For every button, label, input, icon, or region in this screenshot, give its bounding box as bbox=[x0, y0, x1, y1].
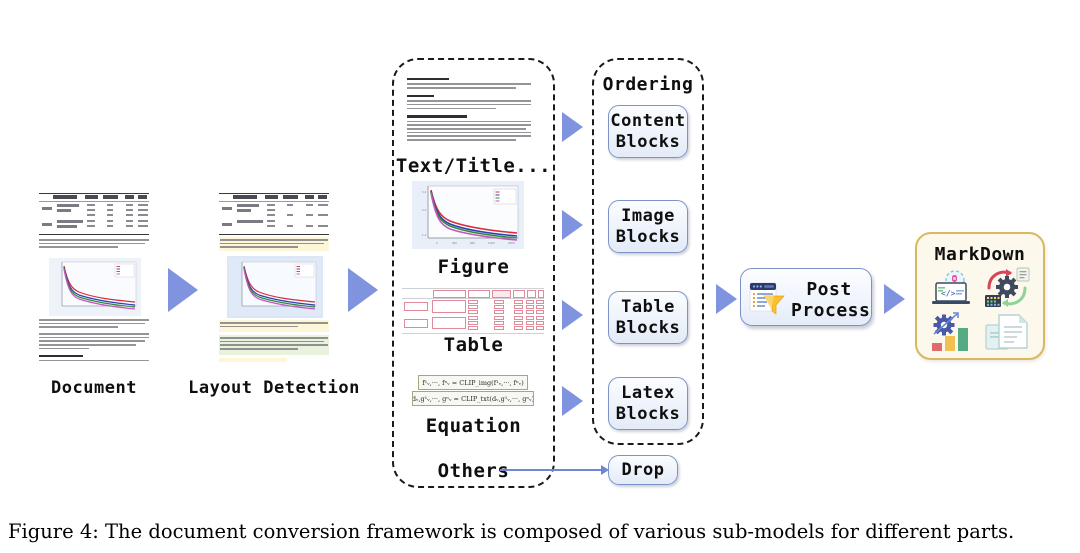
block-image-blocks-line2: Blocks bbox=[615, 226, 681, 247]
category-thumbnail-equation-line2: dᵥ,g¹ᵥ,···, gⁿᵥ = CLIP_txt(dᵥ,g¹ᵥ,···, g… bbox=[412, 391, 534, 406]
layout-figure-chart bbox=[229, 258, 321, 316]
layout-table-region bbox=[219, 193, 329, 236]
document-thumbnail bbox=[33, 190, 155, 362]
equation-line-2: dᵥ,g¹ᵥ,···, gⁿᵥ = CLIP_txt(dᵥ,g¹ᵥ,···, g… bbox=[412, 394, 534, 403]
ordering-title: Ordering bbox=[602, 74, 694, 95]
layout-figure-highlight bbox=[227, 256, 323, 318]
drop-node[interactable]: Drop bbox=[608, 455, 678, 485]
arrow-ordering-to-post-process bbox=[716, 284, 737, 314]
category-thumbnail-equation-line1: f¹ᵥ,···, fⁿᵥ = CLIP_img(f¹ᵥ,···, fⁿᵥ) bbox=[418, 375, 528, 390]
category-label-table: Table bbox=[443, 334, 504, 356]
stage-label-layout-detection: Layout Detection bbox=[188, 378, 360, 398]
block-content-blocks-line1: Content bbox=[610, 111, 686, 132]
svg-text:1400: 1400 bbox=[488, 241, 495, 245]
document-figure-chart bbox=[49, 258, 141, 316]
post-process-node[interactable]: Post Process bbox=[740, 268, 872, 326]
arrow-equation-to-latex-blocks bbox=[562, 386, 583, 416]
block-image-blocks[interactable]: Image Blocks bbox=[608, 200, 688, 253]
block-image-blocks-line1: Image bbox=[621, 206, 675, 227]
block-content-blocks[interactable]: Content Blocks bbox=[608, 105, 688, 158]
svg-text:400: 400 bbox=[452, 241, 457, 245]
figure-caption: Figure 4: The document conversion framew… bbox=[8, 520, 1015, 543]
figure-canvas: Document Layout Detection Text/Title... … bbox=[0, 0, 1080, 553]
layout-paragraph-highlight-1 bbox=[219, 335, 329, 355]
markdown-title: MarkDown bbox=[934, 244, 1026, 265]
block-table-blocks-line1: Table bbox=[621, 297, 675, 318]
document-caption-lines bbox=[39, 239, 149, 250]
post-process-line1: Post bbox=[806, 279, 852, 300]
block-latex-blocks-line1: Latex bbox=[621, 383, 675, 404]
category-label-others: Others bbox=[437, 460, 510, 482]
category-thumbnail-text bbox=[407, 78, 531, 146]
category-label-text-title: Text/Title... bbox=[395, 155, 552, 177]
block-latex-blocks[interactable]: Latex Blocks bbox=[608, 377, 688, 430]
markdown-node[interactable]: MarkDown </> bbox=[915, 232, 1045, 360]
svg-text:2.4: 2.4 bbox=[422, 208, 426, 212]
arrow-table-to-table-blocks bbox=[562, 300, 583, 330]
documents-copy-icon bbox=[983, 312, 1033, 354]
filter-document-icon bbox=[749, 281, 785, 315]
arrow-figure-to-image-blocks bbox=[562, 210, 583, 240]
stage-label-document: Document bbox=[51, 378, 137, 398]
connector-others-to-drop bbox=[500, 469, 602, 471]
arrow-layout-to-categories bbox=[348, 268, 378, 312]
document-body-text bbox=[39, 319, 149, 362]
block-table-blocks-line2: Blocks bbox=[615, 317, 681, 338]
laptop-code-icon: </> bbox=[929, 270, 977, 310]
gear-chart-icon bbox=[927, 310, 979, 354]
category-figure-chart: 0 400 800 1400 2000 3.42.41.4 bbox=[412, 181, 524, 249]
block-latex-blocks-line2: Blocks bbox=[615, 403, 681, 424]
category-thumbnail-figure: 0 400 800 1400 2000 3.4 2.4 1.4 bbox=[412, 181, 524, 249]
gear-convert-icon bbox=[981, 266, 1033, 312]
svg-text:2000: 2000 bbox=[508, 241, 515, 245]
arrow-post-process-to-markdown bbox=[884, 284, 905, 314]
post-process-line2: Process bbox=[791, 300, 871, 321]
equation-line-1: f¹ᵥ,···, fⁿᵥ = CLIP_img(f¹ᵥ,···, fⁿᵥ) bbox=[422, 378, 524, 387]
category-label-figure: Figure bbox=[437, 256, 510, 278]
category-thumbnail-table bbox=[402, 288, 544, 334]
svg-text:800: 800 bbox=[470, 241, 475, 245]
arrow-text-to-content-blocks bbox=[562, 112, 583, 142]
layout-detection-thumbnail bbox=[213, 190, 335, 362]
block-content-blocks-line2: Blocks bbox=[615, 131, 681, 152]
document-figure-region bbox=[49, 258, 141, 316]
layout-figcaption-highlight bbox=[219, 320, 329, 332]
arrow-document-to-layout bbox=[168, 268, 198, 312]
document-table-region bbox=[39, 193, 149, 236]
svg-text:1.4: 1.4 bbox=[422, 233, 426, 237]
layout-caption-highlight bbox=[219, 237, 329, 251]
drop-label: Drop bbox=[621, 459, 665, 480]
layout-heading-highlight bbox=[219, 358, 287, 362]
svg-text:3.4: 3.4 bbox=[422, 190, 426, 194]
svg-text:</>: </> bbox=[941, 289, 956, 298]
block-table-blocks[interactable]: Table Blocks bbox=[608, 291, 688, 344]
category-label-equation: Equation bbox=[425, 415, 522, 437]
